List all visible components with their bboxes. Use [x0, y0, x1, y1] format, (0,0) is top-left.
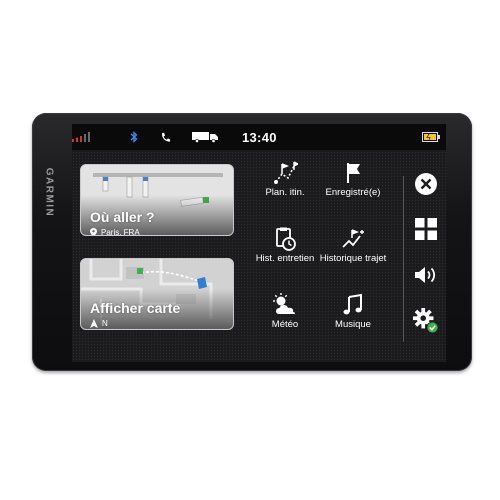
bluetooth-icon [130, 124, 138, 150]
status-bar: 13:40 [72, 124, 446, 150]
clock-time: 13:40 [242, 129, 277, 145]
app-service-history[interactable]: Hist. entretien [250, 226, 320, 264]
view-map-subtitle-row: N [90, 319, 108, 328]
route-planner-icon [274, 161, 298, 184]
volume-icon [415, 267, 436, 283]
music-icon [343, 293, 362, 315]
app-saved[interactable]: Enregistré(e) [318, 160, 388, 198]
battery-icon [422, 124, 440, 150]
truck-icon [192, 124, 220, 150]
weather-icon [273, 293, 296, 314]
view-map-title: Afficher carte [90, 300, 181, 316]
app-service-history-label: Hist. entretien [255, 253, 315, 264]
sidebar-divider [403, 176, 404, 342]
phone-icon [160, 124, 171, 150]
app-trip-history[interactable]: Historique trajet [318, 226, 388, 264]
where-to-subtitle-row: Paris, FRA [90, 228, 140, 236]
brand-text: GARMIN [43, 167, 55, 217]
apps-grid-button[interactable] [413, 216, 439, 242]
service-history-icon [276, 227, 296, 251]
north-arrow-icon [90, 319, 98, 328]
where-to-location: Paris, FRA [101, 228, 140, 236]
app-music[interactable]: Musique [318, 292, 388, 330]
where-to-title: Où aller ? [90, 209, 155, 225]
app-trip-history-label: Historique trajet [319, 253, 387, 264]
app-route-planner[interactable]: Plan. itin. [250, 160, 320, 198]
app-music-label: Musique [335, 319, 371, 330]
brand-logo: GARMIN [36, 162, 62, 222]
app-route-planner-label: Plan. itin. [265, 187, 305, 198]
close-button[interactable] [413, 171, 439, 197]
where-to-card[interactable]: Où aller ? Paris, FRA [80, 164, 234, 236]
app-saved-label: Enregistré(e) [325, 187, 381, 198]
trip-history-icon [342, 229, 364, 248]
settings-icon [413, 308, 439, 334]
map-heading: N [102, 319, 108, 328]
settings-button[interactable] [413, 308, 439, 334]
close-icon [415, 173, 437, 195]
saved-flag-icon [347, 163, 360, 183]
screen: 13:40 Où aller ? Paris, FRA Afficher car… [72, 124, 446, 362]
app-weather[interactable]: Météo [250, 292, 320, 330]
volume-button[interactable] [413, 262, 439, 288]
location-pin-icon [90, 228, 97, 235]
apps-grid-icon [415, 218, 437, 240]
view-map-card[interactable]: Afficher carte N [80, 258, 234, 330]
signal-icon [72, 124, 94, 150]
app-weather-label: Météo [271, 319, 299, 330]
